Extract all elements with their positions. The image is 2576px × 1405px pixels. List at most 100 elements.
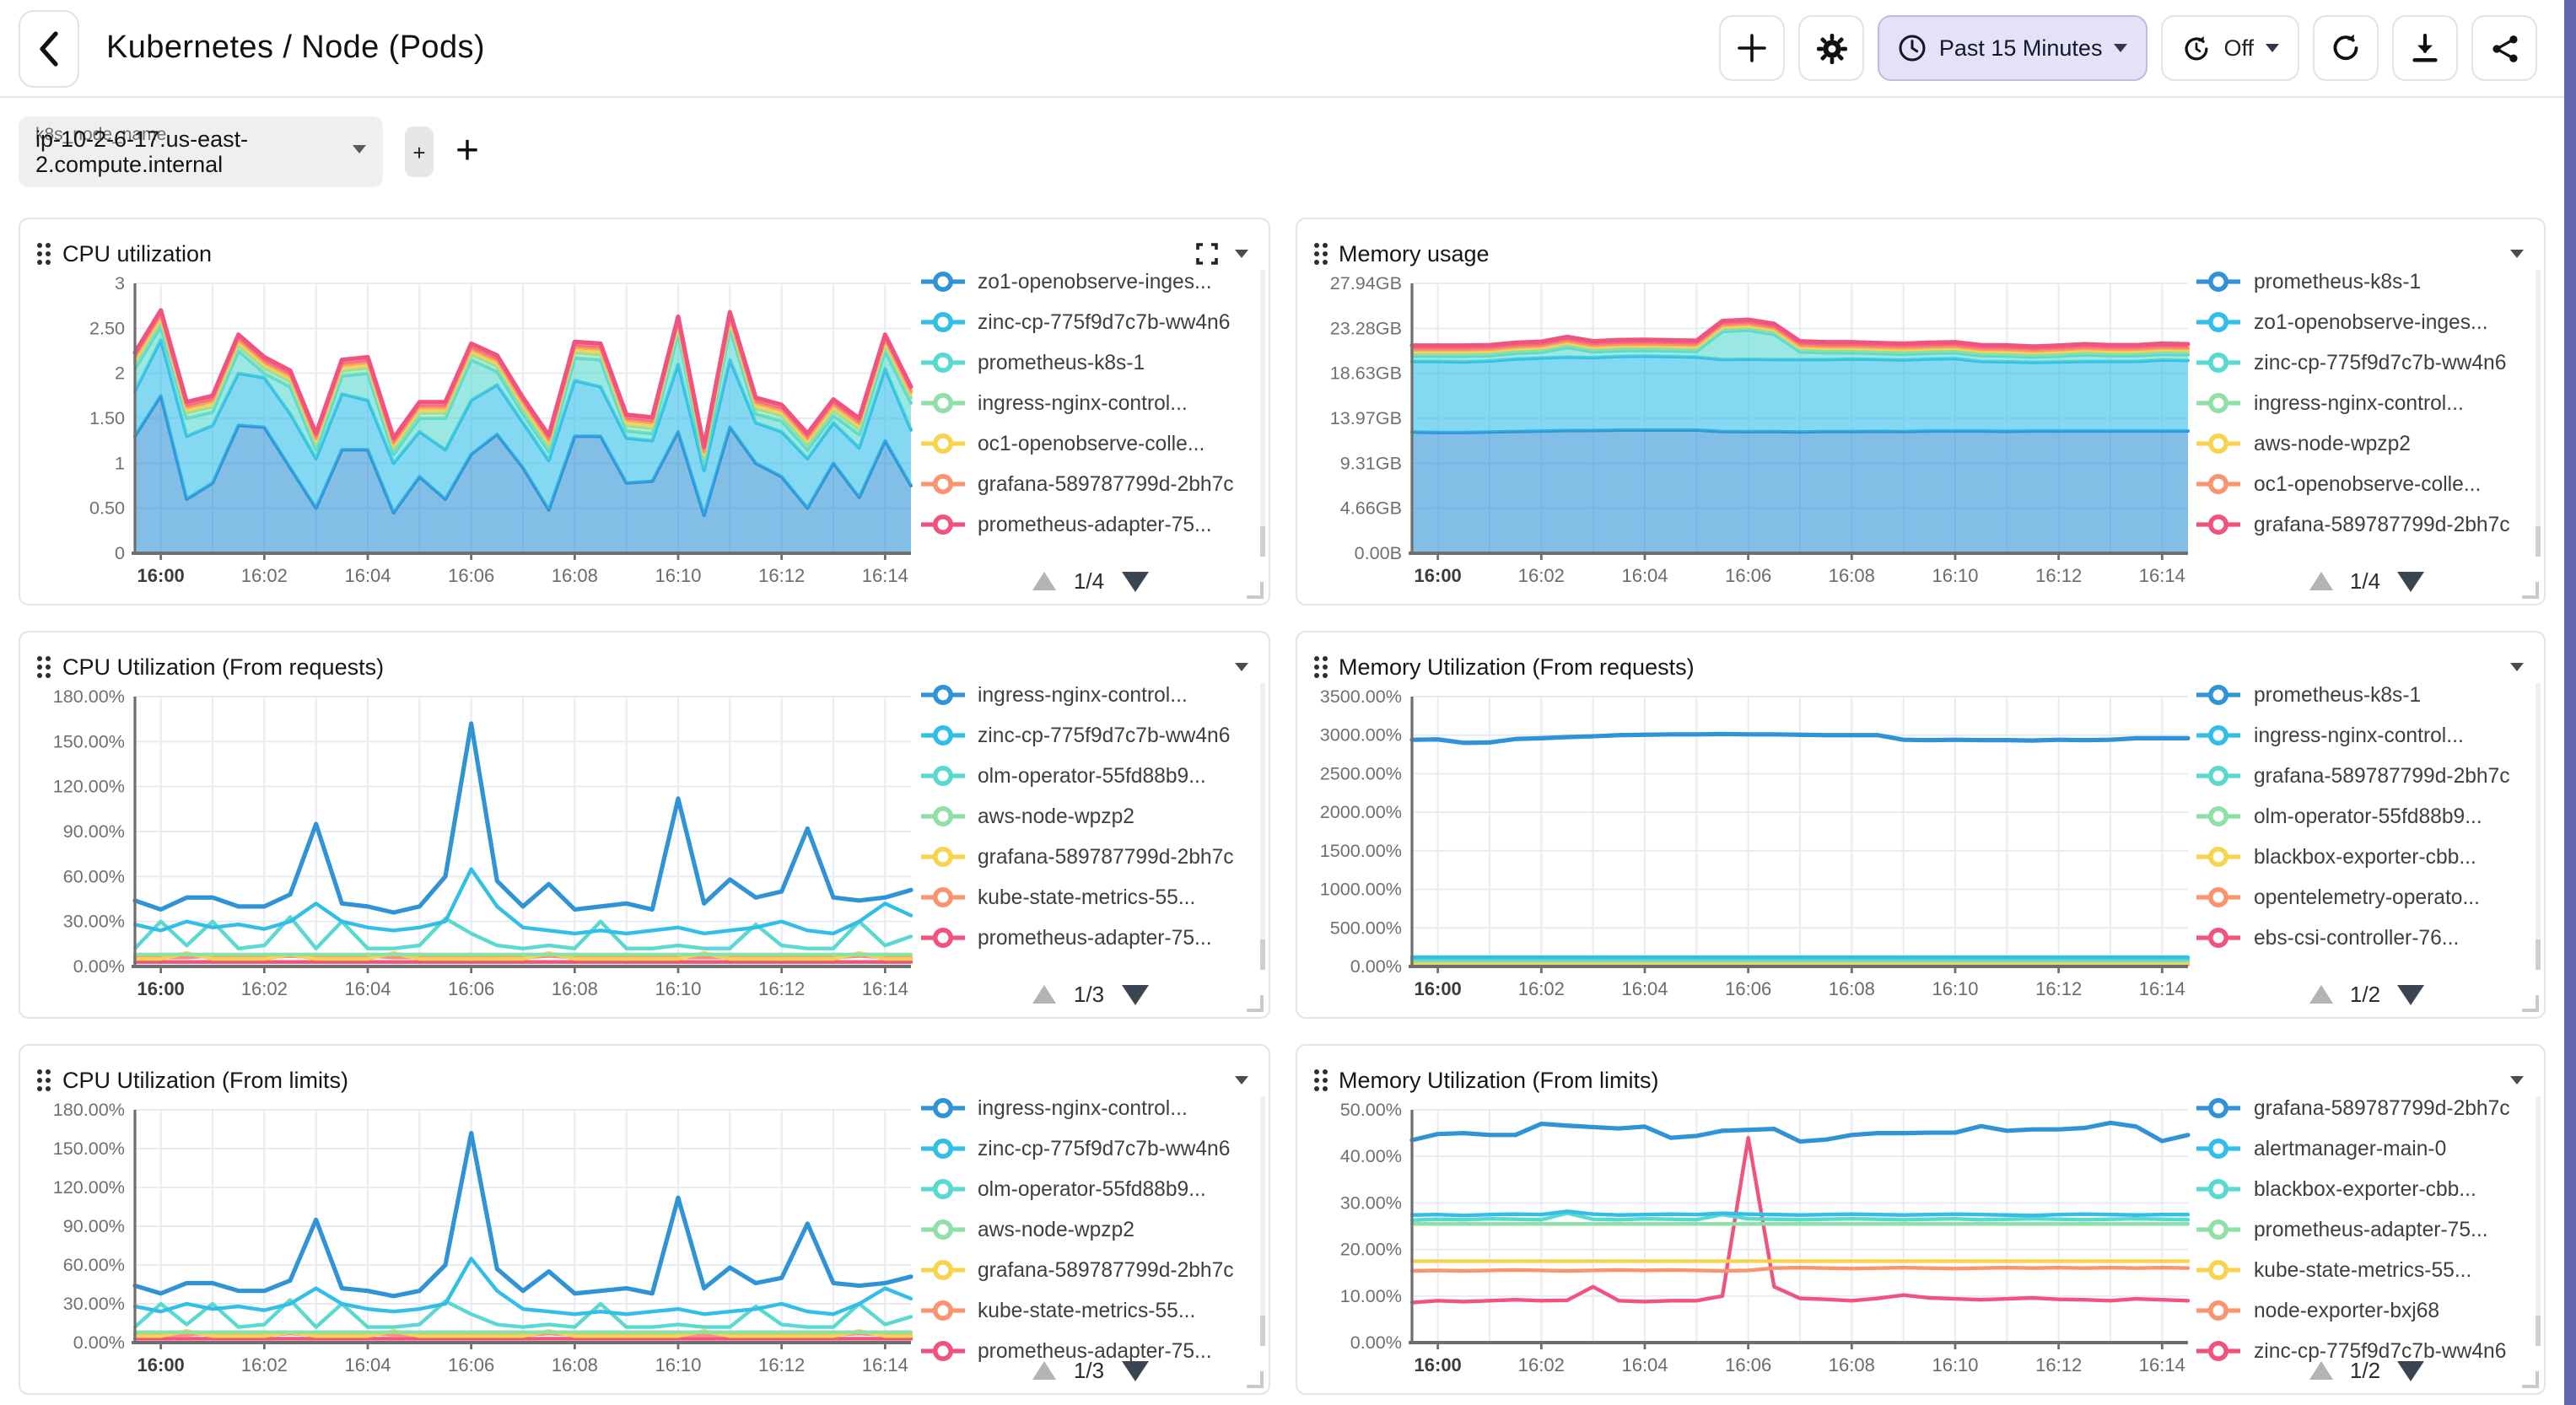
panel-menu-caret-icon[interactable] xyxy=(1234,249,1248,257)
legend-page-down-icon[interactable] xyxy=(1121,984,1148,1004)
panel-resize-handle[interactable] xyxy=(1246,1371,1263,1388)
legend-page-up-icon[interactable] xyxy=(1033,1361,1057,1380)
chart-canvas[interactable]: 27.94GB23.28GB18.63GB13.97GB9.31GB4.66GB… xyxy=(1300,266,2204,597)
legend-scrollbar[interactable] xyxy=(1259,683,1264,970)
chart-canvas[interactable]: 3500.00%3000.00%2500.00%2000.00%1500.00%… xyxy=(1300,680,2204,1010)
panel-resize-handle[interactable] xyxy=(2522,582,2539,599)
legend-item[interactable]: olm-operator-55fd88b9... xyxy=(920,764,1261,788)
time-range-picker[interactable]: Past 15 Minutes xyxy=(1878,15,2148,81)
legend-item[interactable]: prometheus-adapter-75... xyxy=(2196,1218,2537,1241)
legend-label: blackbox-exporter-cbb... xyxy=(2254,845,2476,869)
share-button[interactable] xyxy=(2471,15,2537,81)
legend-page-down-icon[interactable] xyxy=(1121,571,1148,591)
legend-item[interactable]: zinc-cp-775f9d7c7b-ww4n6 xyxy=(920,724,1261,747)
drag-handle-icon[interactable] xyxy=(37,242,51,264)
legend-page-down-icon[interactable] xyxy=(2397,1360,2424,1381)
legend-item[interactable]: grafana-589787799d-2bh7c xyxy=(2196,764,2537,788)
legend-item[interactable]: aws-node-wpzp2 xyxy=(2196,432,2537,455)
auto-refresh-picker[interactable]: Off xyxy=(2161,15,2299,81)
legend-item[interactable]: aws-node-wpzp2 xyxy=(920,805,1261,828)
legend-scrollbar[interactable] xyxy=(2536,683,2541,970)
legend-page-down-icon[interactable] xyxy=(2397,571,2424,591)
legend-item[interactable]: olm-operator-55fd88b9... xyxy=(2196,805,2537,828)
legend-item[interactable]: blackbox-exporter-cbb... xyxy=(2196,1177,2537,1201)
legend-page-indicator: 1/4 xyxy=(2350,568,2380,594)
panel-resize-handle[interactable] xyxy=(1246,582,1263,599)
drag-handle-icon[interactable] xyxy=(1313,655,1327,677)
drag-handle-icon[interactable] xyxy=(1313,242,1327,264)
legend-item[interactable]: opentelemetry-operato... xyxy=(2196,886,2537,909)
legend-item[interactable]: alertmanager-main-0 xyxy=(2196,1137,2537,1160)
refresh-button[interactable] xyxy=(2313,15,2379,81)
legend-item[interactable]: ingress-nginx-control... xyxy=(2196,724,2537,747)
legend-page-up-icon[interactable] xyxy=(2309,572,2333,590)
legend-scrollbar[interactable] xyxy=(2536,1096,2541,1346)
add-variable-button[interactable]: + xyxy=(455,132,479,172)
node-variable-select[interactable]: k8s_node_name ip-10-2-6-17.us-east-2.com… xyxy=(19,116,383,187)
legend-scrollbar[interactable] xyxy=(2536,270,2541,557)
add-variable-chip-button[interactable]: + xyxy=(405,127,434,177)
legend-item[interactable]: kube-state-metrics-55... xyxy=(2196,1258,2537,1282)
expand-icon[interactable] xyxy=(1195,242,1217,264)
svg-text:16:14: 16:14 xyxy=(2138,978,2185,999)
chart-canvas[interactable]: 50.00%40.00%30.00%20.00%10.00%0.00%16:00… xyxy=(1300,1093,2204,1386)
drag-handle-icon[interactable] xyxy=(1313,1069,1327,1090)
legend-item[interactable]: ingress-nginx-control... xyxy=(920,391,1261,415)
panel-resize-handle[interactable] xyxy=(2522,995,2539,1012)
panel-resize-handle[interactable] xyxy=(1246,995,1263,1012)
legend-item[interactable]: prometheus-k8s-1 xyxy=(920,351,1261,374)
legend-item[interactable]: ingress-nginx-control... xyxy=(920,1096,1261,1120)
legend-item[interactable]: prometheus-adapter-75... xyxy=(920,513,1261,536)
legend-item[interactable]: grafana-589787799d-2bh7c xyxy=(2196,1096,2537,1120)
panel-menu-caret-icon[interactable] xyxy=(1234,662,1248,670)
drag-handle-icon[interactable] xyxy=(37,655,51,677)
legend-item[interactable]: zinc-cp-775f9d7c7b-ww4n6 xyxy=(920,310,1261,334)
legend-scrollbar[interactable] xyxy=(1259,270,1264,557)
legend-item[interactable]: prometheus-k8s-1 xyxy=(2196,683,2537,707)
legend-item[interactable]: prometheus-k8s-1 xyxy=(2196,270,2537,293)
legend-item[interactable]: aws-node-wpzp2 xyxy=(920,1218,1261,1241)
panel-menu-caret-icon[interactable] xyxy=(2510,249,2524,257)
legend-page-up-icon[interactable] xyxy=(1033,985,1057,1004)
legend-item[interactable]: zinc-cp-775f9d7c7b-ww4n6 xyxy=(920,1137,1261,1160)
legend-scrollbar[interactable] xyxy=(1259,1096,1264,1346)
legend-page-down-icon[interactable] xyxy=(1121,1360,1148,1381)
add-panel-button[interactable] xyxy=(1720,15,1786,81)
chart-canvas[interactable]: 180.00%150.00%120.00%90.00%60.00%30.00%0… xyxy=(24,680,928,1010)
legend-item[interactable]: kube-state-metrics-55... xyxy=(920,886,1261,909)
legend-item[interactable]: ingress-nginx-control... xyxy=(920,683,1261,707)
legend-item[interactable]: oc1-openobserve-colle... xyxy=(2196,472,2537,496)
legend-page-up-icon[interactable] xyxy=(1033,572,1057,590)
legend-item[interactable]: olm-operator-55fd88b9... xyxy=(920,1177,1261,1201)
legend-item[interactable]: grafana-589787799d-2bh7c xyxy=(920,845,1261,869)
panel-menu-caret-icon[interactable] xyxy=(2510,1075,2524,1084)
legend-item[interactable]: grafana-589787799d-2bh7c xyxy=(920,472,1261,496)
legend-item[interactable]: kube-state-metrics-55... xyxy=(920,1299,1261,1322)
legend-item[interactable]: ebs-csi-controller-76... xyxy=(2196,926,2537,950)
legend-page-up-icon[interactable] xyxy=(2309,1361,2333,1380)
settings-button[interactable] xyxy=(1799,15,1865,81)
gear-icon xyxy=(1815,31,1849,65)
legend-item[interactable]: oc1-openobserve-colle... xyxy=(920,432,1261,455)
drag-handle-icon[interactable] xyxy=(37,1069,51,1090)
legend-item[interactable]: zo1-openobserve-inges... xyxy=(2196,310,2537,334)
legend-item[interactable]: zo1-openobserve-inges... xyxy=(920,270,1261,293)
legend-item[interactable]: grafana-589787799d-2bh7c xyxy=(2196,513,2537,536)
page-scrollbar[interactable] xyxy=(2564,0,2576,1405)
legend-item[interactable]: node-exporter-bxj68 xyxy=(2196,1299,2537,1322)
panel-menu-caret-icon[interactable] xyxy=(1234,1075,1248,1084)
legend-item[interactable]: ingress-nginx-control... xyxy=(2196,391,2537,415)
back-button[interactable] xyxy=(19,9,79,87)
panel-menu-caret-icon[interactable] xyxy=(2510,662,2524,670)
legend-item[interactable]: zinc-cp-775f9d7c7b-ww4n6 xyxy=(2196,351,2537,374)
legend-item[interactable]: blackbox-exporter-cbb... xyxy=(2196,845,2537,869)
panel-resize-handle[interactable] xyxy=(2522,1371,2539,1388)
chart-canvas[interactable]: 32.5021.5010.50016:0016:0216:0416:0616:0… xyxy=(24,266,928,597)
legend-item[interactable]: grafana-589787799d-2bh7c xyxy=(920,1258,1261,1282)
legend-item[interactable]: prometheus-adapter-75... xyxy=(920,926,1261,950)
export-button[interactable] xyxy=(2392,15,2458,81)
series-marker-icon xyxy=(2196,845,2240,869)
chart-canvas[interactable]: 180.00%150.00%120.00%90.00%60.00%30.00%0… xyxy=(24,1093,928,1386)
legend-page-down-icon[interactable] xyxy=(2397,984,2424,1004)
legend-page-up-icon[interactable] xyxy=(2309,985,2333,1004)
